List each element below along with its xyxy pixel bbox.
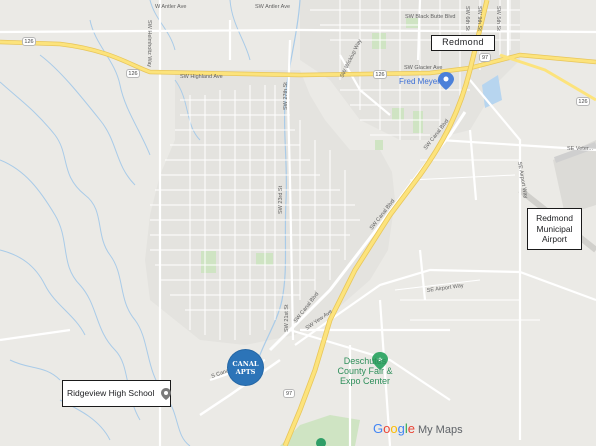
google-my-maps-logo: Google My Maps: [373, 421, 463, 436]
redmond-label-box: Redmond: [431, 35, 495, 51]
canal-apts-line-1: CANAL: [232, 360, 259, 368]
airport-label-box: Redmond Municipal Airport: [527, 208, 582, 250]
google-letter-e: e: [407, 421, 415, 436]
route-126-shield-east-town: 126: [373, 70, 387, 79]
canal-apts-line-2: APTS: [235, 368, 256, 376]
my-maps-label: My Maps: [417, 424, 463, 436]
route-126-shield-east: 126: [576, 97, 590, 106]
street-label-sw-antler: SW Antler Ave: [255, 4, 290, 10]
street-label-5th: SW 5th St: [495, 6, 501, 31]
street-label-6th: SW 6th St: [464, 6, 470, 31]
airport-label-line-3: Airport: [541, 234, 568, 244]
canal-apts-marker[interactable]: CANAL APTS: [228, 350, 263, 385]
street-label-black-butte: SW Black Butte Blvd: [405, 14, 455, 20]
street-label-glacier: SW Glacier Ave: [404, 65, 442, 71]
street-label-veterans: SE Veter...: [567, 146, 593, 152]
airport-label-line-2: Municipal: [536, 223, 573, 234]
airport-label-line-1: Redmond: [536, 213, 573, 223]
street-label-w-antler: W Antler Ave: [155, 4, 186, 10]
school-label-text: Ridgeview High School: [67, 388, 155, 398]
google-letter-o2: o: [390, 421, 398, 436]
google-letter-g2: g: [397, 421, 405, 436]
route-97-shield-south: 97: [283, 389, 295, 398]
route-97-shield-north: 97: [479, 53, 491, 62]
street-label-23rd: SW 23rd St: [278, 185, 284, 214]
street-label-27th: SW 27th St: [283, 82, 289, 110]
fair-expo-label[interactable]: Deschutes County Fair & Expo Center: [337, 356, 393, 386]
street-label-21st: SW 21st St: [284, 304, 290, 332]
street-label-highland: SW Highland Ave: [180, 74, 223, 80]
route-126-shield-mid: 126: [126, 69, 140, 78]
fred-meyer-label[interactable]: Fred Meyer: [399, 77, 440, 86]
school-label-box: Ridgeview High School: [62, 380, 171, 407]
school-pin-icon[interactable]: [160, 387, 171, 400]
street-label-9th: SW 9th St: [476, 6, 482, 31]
google-letter-g1: G: [373, 421, 384, 436]
street-label-helmholtz: SW Helmholtz Way: [146, 20, 152, 67]
route-126-shield-west: 126: [22, 37, 36, 46]
fair-expo-label-text: Deschutes County Fair & Expo Center: [337, 356, 393, 386]
map-canvas[interactable]: W Antler Ave SW Antler Ave SW Helmholtz …: [0, 0, 596, 446]
